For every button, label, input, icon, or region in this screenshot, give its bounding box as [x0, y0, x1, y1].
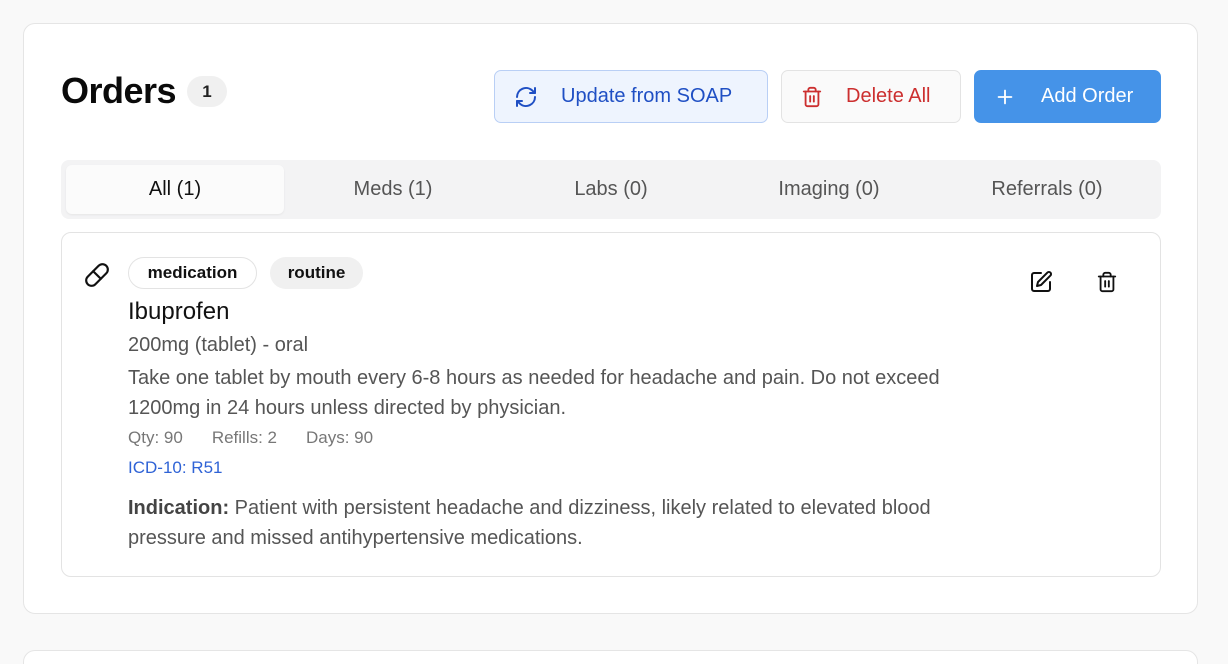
- order-card: medication routine Ibuprofen 200mg (tabl…: [61, 232, 1161, 577]
- refills: Refills: 2: [211, 428, 277, 447]
- trash-icon: [800, 86, 824, 108]
- delete-all-button[interactable]: Delete All: [781, 70, 961, 123]
- update-from-soap-button[interactable]: Update from SOAP: [494, 70, 768, 123]
- indication: Indication: Patient with persistent head…: [128, 493, 988, 553]
- dose-info: 200mg (tablet) - oral: [128, 334, 309, 356]
- priority-tag: routine: [270, 257, 363, 289]
- tab-all[interactable]: All (1): [66, 165, 284, 214]
- category-tag: medication: [128, 257, 257, 289]
- next-panel: [23, 650, 1198, 664]
- orders-count-badge: 1: [187, 76, 227, 107]
- add-order-label: Add Order: [1041, 85, 1134, 107]
- delete-all-label: Delete All: [846, 85, 931, 107]
- refresh-icon: [513, 85, 539, 109]
- orders-panel: Orders 1 Update from SOAP Delete All Add…: [23, 23, 1198, 614]
- tab-referrals[interactable]: Referrals (0): [938, 165, 1156, 214]
- instructions: Take one tablet by mouth every 6-8 hours…: [128, 367, 940, 419]
- tab-imaging[interactable]: Imaging (0): [720, 165, 938, 214]
- add-order-button[interactable]: Add Order: [974, 70, 1161, 123]
- days-supply: Days: 90: [306, 428, 374, 447]
- indication-label: Indication:: [128, 497, 230, 519]
- pill-icon: [84, 262, 110, 293]
- indication-text: Patient with persistent headache and diz…: [128, 497, 931, 549]
- tab-labs[interactable]: Labs (0): [502, 165, 720, 214]
- delete-order-button[interactable]: [1094, 271, 1120, 297]
- edit-order-button[interactable]: [1028, 270, 1054, 299]
- drug-name: Ibuprofen: [128, 298, 230, 325]
- tab-meds[interactable]: Meds (1): [284, 165, 502, 214]
- update-from-soap-label: Update from SOAP: [561, 85, 733, 107]
- order-meta: Qty: 90 Refills: 2 Days: 90: [128, 428, 402, 448]
- order-type-tabs: All (1) Meds (1) Labs (0) Imaging (0) Re…: [61, 160, 1161, 219]
- trash-icon: [1096, 270, 1118, 299]
- plus-icon: [993, 86, 1017, 108]
- quantity: Qty: 90: [128, 428, 183, 447]
- icd-code: ICD-10: R51: [128, 458, 223, 477]
- edit-icon: [1029, 270, 1053, 299]
- page-title: Orders: [61, 70, 177, 111]
